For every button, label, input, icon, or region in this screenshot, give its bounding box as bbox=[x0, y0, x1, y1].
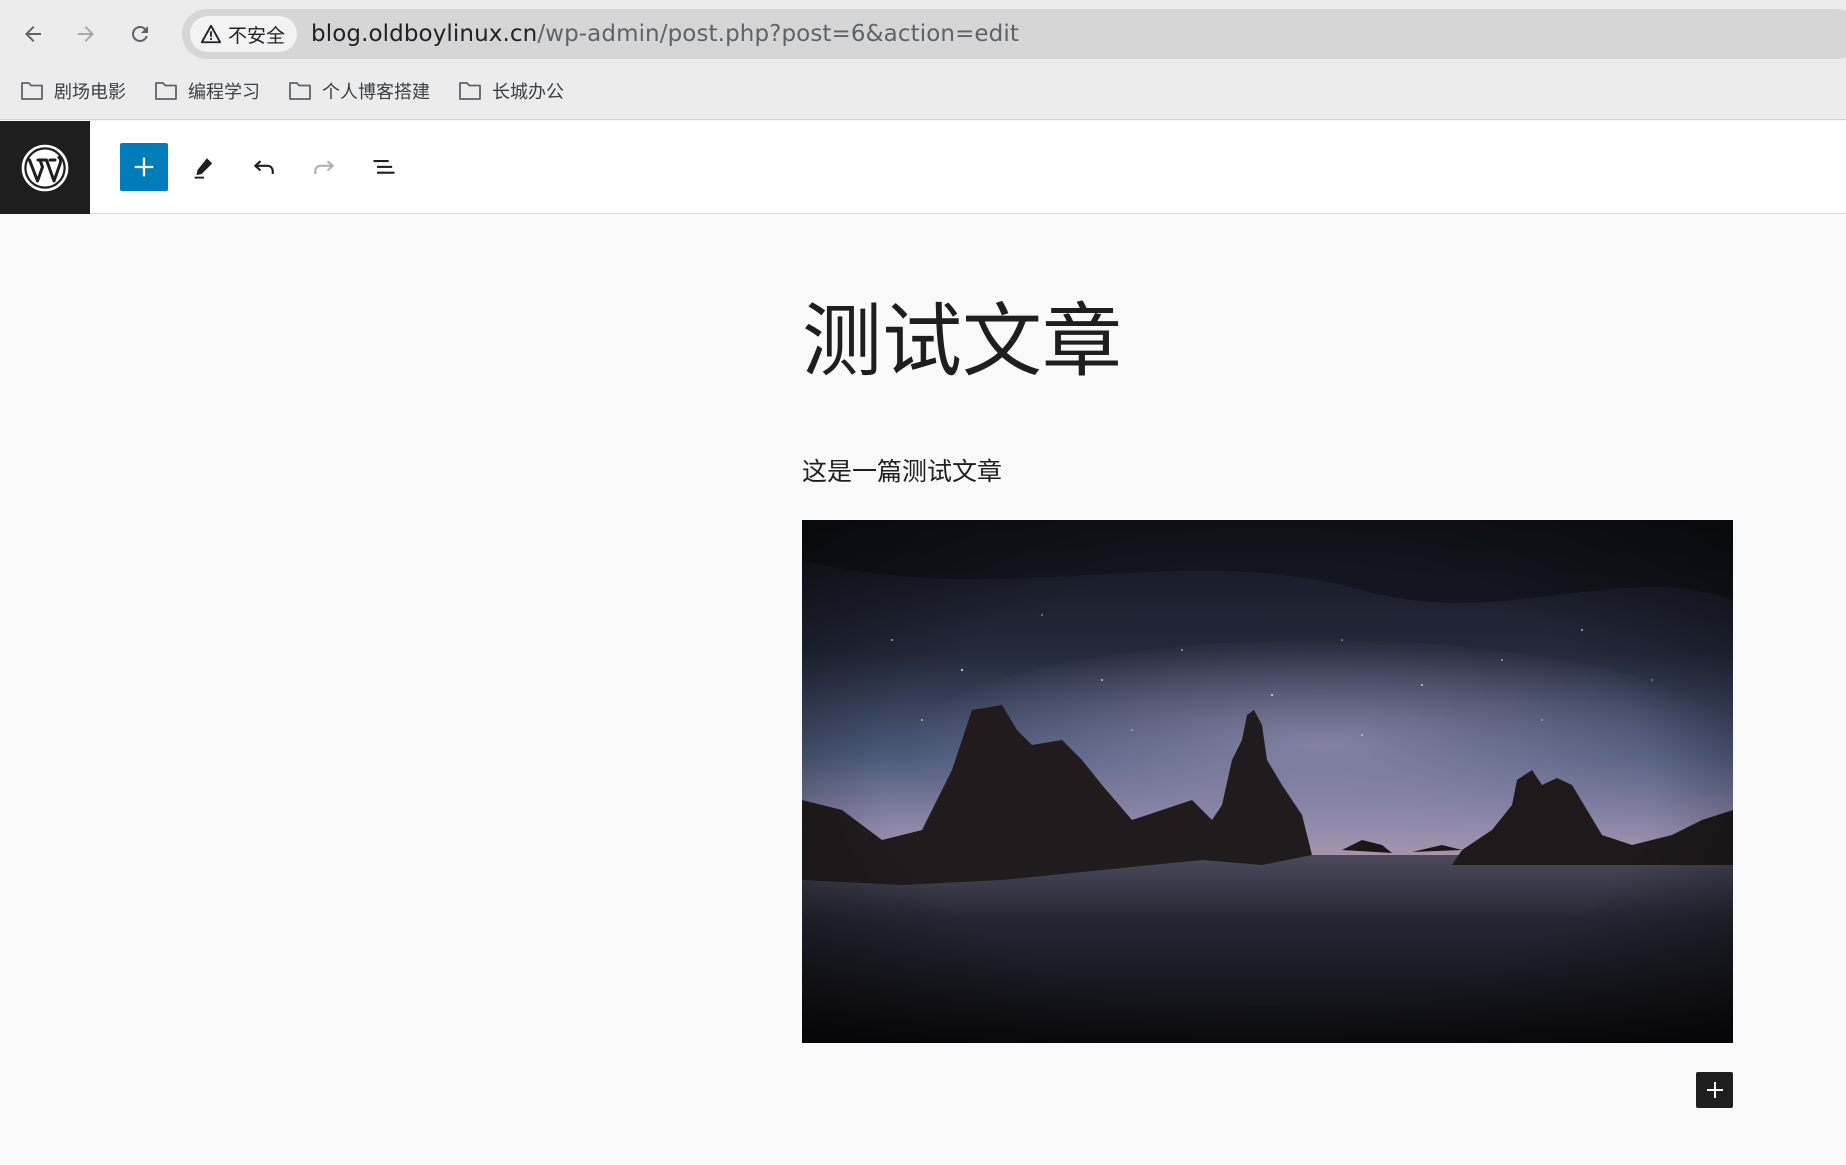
bookmark-item[interactable]: 剧场电影 bbox=[20, 78, 126, 104]
redo-button[interactable] bbox=[300, 143, 348, 191]
list-view-button[interactable] bbox=[360, 143, 408, 191]
paragraph-block[interactable]: 这是一篇测试文章 bbox=[802, 452, 1002, 488]
undo-button[interactable] bbox=[240, 143, 288, 191]
bookmark-item[interactable]: 编程学习 bbox=[154, 78, 260, 104]
url-path: /wp-admin/post.php?post=6&action=edit bbox=[537, 21, 1019, 47]
folder-icon bbox=[21, 82, 43, 100]
forward-button[interactable] bbox=[68, 16, 104, 52]
bookmarks-bar: 剧场电影 编程学习 个人博客搭建 长城办公 bbox=[0, 72, 592, 110]
security-chip[interactable]: 不安全 bbox=[190, 16, 298, 52]
post-title[interactable]: 测试文章 bbox=[802, 298, 1122, 386]
folder-icon bbox=[155, 82, 177, 100]
undo-icon bbox=[254, 160, 274, 174]
pencil-icon bbox=[194, 158, 213, 179]
bookmark-item[interactable]: 个人博客搭建 bbox=[288, 78, 430, 104]
back-button[interactable] bbox=[15, 16, 51, 52]
wordpress-logo-icon bbox=[21, 144, 69, 191]
redo-icon bbox=[314, 160, 334, 174]
arrow-right-icon bbox=[78, 26, 94, 42]
bookmark-label: 剧场电影 bbox=[54, 82, 126, 103]
bookmark-label: 编程学习 bbox=[188, 82, 260, 103]
add-block-button[interactable] bbox=[1696, 1072, 1733, 1108]
editor-header bbox=[0, 121, 1846, 214]
wordpress-logo-button[interactable] bbox=[0, 121, 90, 214]
folder-icon bbox=[289, 82, 311, 100]
bookmark-label: 长城办公 bbox=[492, 82, 564, 103]
tools-button[interactable] bbox=[180, 143, 228, 191]
reload-icon bbox=[131, 25, 148, 42]
url-host: blog.oldboylinux.cn bbox=[311, 21, 538, 47]
block-inserter-button[interactable] bbox=[120, 143, 168, 191]
night-sea-photo bbox=[802, 520, 1733, 1043]
url-text: blog.oldboylinux.cn/wp-admin/post.php?po… bbox=[311, 21, 1019, 47]
reload-button[interactable] bbox=[122, 16, 158, 52]
image-block[interactable] bbox=[802, 520, 1733, 1043]
editor-canvas: 测试文章 这是一篇测试文章 bbox=[0, 214, 1846, 1165]
browser-toolbar: 不安全 blog.oldboylinux.cn/wp-admin/post.ph… bbox=[0, 0, 1846, 120]
plus-icon bbox=[1706, 1082, 1723, 1098]
address-bar[interactable]: 不安全 blog.oldboylinux.cn/wp-admin/post.ph… bbox=[182, 9, 1846, 59]
bookmark-item[interactable]: 长城办公 bbox=[458, 78, 564, 104]
bookmark-label: 个人博客搭建 bbox=[322, 82, 430, 103]
security-label: 不安全 bbox=[228, 24, 286, 47]
warning-icon bbox=[200, 24, 222, 44]
folder-icon bbox=[459, 82, 481, 100]
list-view-icon bbox=[373, 160, 395, 174]
plus-icon bbox=[134, 157, 154, 177]
arrow-left-icon bbox=[25, 26, 41, 42]
